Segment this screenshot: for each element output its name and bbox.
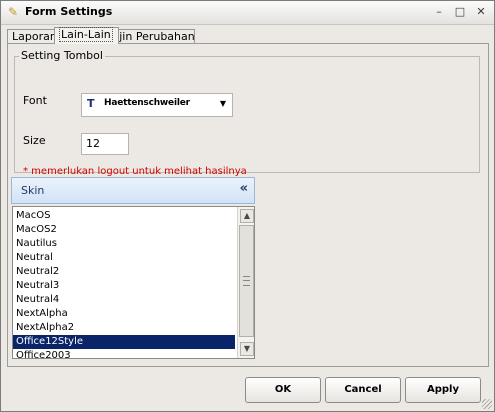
- tab-lain-lain-label: Lain-Lain: [59, 27, 113, 42]
- ok-button[interactable]: OK: [245, 377, 321, 403]
- list-item[interactable]: Nautilus: [13, 237, 235, 251]
- logout-note: * memerlukan logout untuk melihat hasiln…: [23, 166, 247, 177]
- list-item[interactable]: Neutral: [13, 251, 235, 265]
- maximize-button[interactable]: □: [452, 5, 468, 19]
- skin-list[interactable]: MacOS MacOS2 Nautilus Neutral Neutral2 N…: [12, 206, 255, 359]
- list-item[interactable]: Office2003: [13, 349, 235, 358]
- window-title: Form Settings: [25, 5, 113, 18]
- close-button[interactable]: ✕: [473, 5, 489, 19]
- list-item[interactable]: MacOS: [13, 209, 235, 223]
- form-settings-window: ✎ Form Settings – □ ✕ Laporan Lain-Lain …: [0, 0, 495, 412]
- resize-grip[interactable]: [482, 399, 492, 409]
- skin-header: Skin «: [11, 177, 255, 204]
- font-select[interactable]: T Haettenschweiler ▼: [81, 93, 233, 117]
- list-item[interactable]: Neutral2: [13, 265, 235, 279]
- font-label: Font: [23, 94, 47, 107]
- font-select-value: Haettenschweiler: [104, 98, 190, 108]
- list-item-selected[interactable]: Office12Style: [13, 335, 235, 349]
- size-input-value: 12: [86, 137, 100, 150]
- tab-panel-lain-lain: Font T Haettenschweiler ▼ Size 12 * meme…: [7, 43, 489, 367]
- scroll-up-icon[interactable]: ▲: [240, 209, 254, 223]
- skin-title: Skin: [21, 184, 45, 197]
- list-item[interactable]: NextAlpha: [13, 307, 235, 321]
- list-item[interactable]: NextAlpha2: [13, 321, 235, 335]
- grip-icon: [243, 276, 250, 286]
- scroll-thumb[interactable]: [239, 225, 254, 337]
- vertical-scrollbar[interactable]: ▲ ▼: [237, 207, 254, 358]
- collapse-icon[interactable]: «: [240, 181, 248, 196]
- skin-list-items: MacOS MacOS2 Nautilus Neutral Neutral2 N…: [13, 209, 235, 358]
- setting-tombol-title: Setting Tombol: [19, 49, 105, 62]
- size-label: Size: [23, 134, 46, 147]
- minimize-button[interactable]: –: [431, 5, 447, 19]
- truetype-font-icon: T: [87, 97, 95, 110]
- app-key-icon: ✎: [7, 5, 19, 19]
- tab-laporan[interactable]: Laporan: [7, 29, 61, 44]
- list-item[interactable]: MacOS2: [13, 223, 235, 237]
- scroll-down-icon[interactable]: ▼: [240, 342, 254, 356]
- list-item[interactable]: Neutral3: [13, 279, 235, 293]
- chevron-down-icon[interactable]: ▼: [216, 97, 230, 111]
- apply-button[interactable]: Apply: [405, 377, 481, 403]
- tab-lain-lain[interactable]: Lain-Lain: [54, 27, 119, 44]
- size-input[interactable]: 12: [81, 133, 129, 155]
- cancel-button[interactable]: Cancel: [325, 377, 401, 403]
- setting-tombol-group: Font T Haettenschweiler ▼ Size 12 * meme…: [14, 56, 480, 177]
- title-bar[interactable]: ✎ Form Settings – □ ✕: [1, 1, 494, 25]
- list-item[interactable]: Neutral4: [13, 293, 235, 307]
- tab-ijin-perubahan[interactable]: Ijin Perubahan: [111, 29, 195, 44]
